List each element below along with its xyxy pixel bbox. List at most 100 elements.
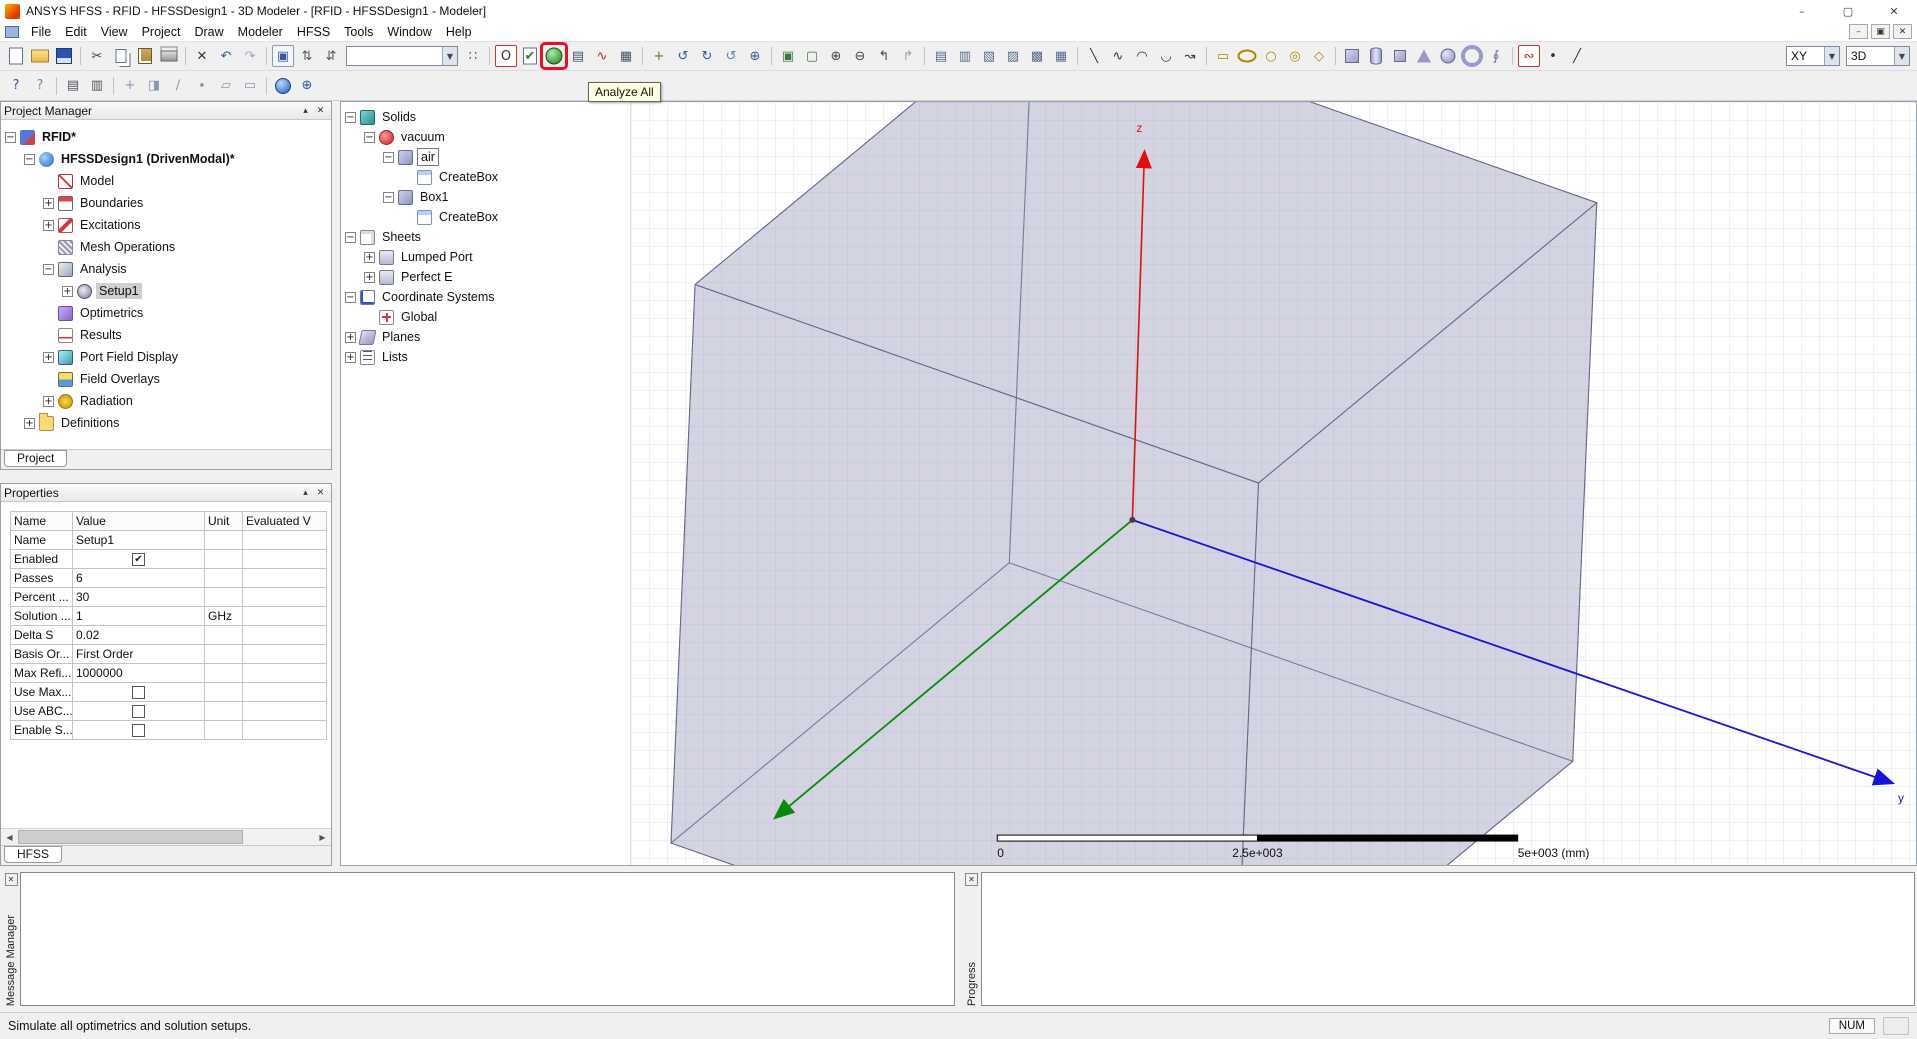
move-up-history-icon[interactable]: ⇅ bbox=[296, 45, 318, 67]
fit-all-icon[interactable]: ▣ bbox=[777, 45, 799, 67]
draw-point-icon[interactable]: • bbox=[1542, 45, 1564, 67]
solution-data-icon[interactable]: ▤ bbox=[567, 45, 589, 67]
collapse-toggle[interactable]: − bbox=[364, 132, 375, 143]
tree-item-optimetrics[interactable]: Optimetrics bbox=[1, 302, 331, 324]
tree-item-coordinate-systems[interactable]: −Coordinate Systems bbox=[341, 287, 630, 307]
validate-icon[interactable]: ✔ bbox=[519, 45, 541, 67]
orient-left-view-icon[interactable]: ▧ bbox=[978, 45, 1000, 67]
new-file-icon[interactable] bbox=[5, 45, 27, 67]
expand-toggle[interactable]: + bbox=[345, 332, 356, 343]
open-file-icon[interactable] bbox=[29, 45, 51, 67]
tree-item-box1[interactable]: −Box1 bbox=[341, 187, 630, 207]
tree-item-results[interactable]: Results bbox=[1, 324, 331, 346]
expand-toggle[interactable]: + bbox=[364, 272, 375, 283]
paste-icon[interactable] bbox=[134, 45, 156, 67]
menu-hfss[interactable]: HFSS bbox=[290, 23, 337, 41]
draw-cylinder-icon[interactable] bbox=[1365, 45, 1387, 67]
cut-icon[interactable]: ✂ bbox=[86, 45, 108, 67]
tree-item-excitations[interactable]: +Excitations bbox=[1, 214, 331, 236]
mdi-document-icon[interactable] bbox=[5, 26, 19, 38]
collapse-toggle[interactable]: − bbox=[24, 154, 35, 165]
collapse-toggle[interactable]: − bbox=[43, 264, 54, 275]
tree-item-definitions[interactable]: +Definitions bbox=[1, 412, 331, 434]
close-icon[interactable]: ✕ bbox=[965, 873, 978, 886]
menu-help[interactable]: Help bbox=[439, 23, 479, 41]
tree-item-model[interactable]: Model bbox=[1, 170, 331, 192]
expand-toggle[interactable]: + bbox=[43, 220, 54, 231]
draw-circle-icon[interactable]: ○ bbox=[1260, 45, 1282, 67]
menu-window[interactable]: Window bbox=[380, 23, 438, 41]
prop-value[interactable]: Setup1 bbox=[73, 531, 205, 550]
prop-value[interactable]: 6 bbox=[73, 569, 205, 588]
plane-select-combo[interactable]: XY▼ bbox=[1786, 46, 1840, 66]
menu-draw[interactable]: Draw bbox=[187, 23, 230, 41]
menu-tools[interactable]: Tools bbox=[337, 23, 380, 41]
prop-value[interactable] bbox=[73, 702, 205, 721]
copy-icon[interactable] bbox=[110, 45, 132, 67]
progress-window-icon[interactable]: ▥ bbox=[86, 75, 108, 97]
collapse-toggle[interactable]: − bbox=[345, 292, 356, 303]
tab-project[interactable]: Project bbox=[4, 450, 67, 467]
sweep-icon[interactable]: ∾ bbox=[1518, 45, 1540, 67]
collapse-toggle[interactable]: − bbox=[5, 132, 16, 143]
tree-item-solids[interactable]: −Solids bbox=[341, 107, 630, 127]
select-by-name-icon[interactable]: ▭ bbox=[239, 75, 261, 97]
previous-view-icon[interactable]: ↰ bbox=[873, 45, 895, 67]
close-icon[interactable]: ✕ bbox=[313, 488, 328, 498]
expand-toggle[interactable]: + bbox=[364, 252, 375, 263]
prop-value[interactable] bbox=[73, 721, 205, 740]
tree-item-lists[interactable]: +Lists bbox=[341, 347, 630, 367]
prop-value[interactable]: 0.02 bbox=[73, 626, 205, 645]
orient-right-view-icon[interactable]: ▨ bbox=[1002, 45, 1024, 67]
redo-icon[interactable]: ↷ bbox=[239, 45, 261, 67]
move-down-history-icon[interactable]: ⇵ bbox=[320, 45, 342, 67]
draw-box-icon[interactable] bbox=[1341, 45, 1363, 67]
help-pointer-icon[interactable]: ? bbox=[5, 75, 27, 97]
pin-icon[interactable]: ▴ bbox=[298, 488, 313, 498]
draw-plane-icon[interactable]: ╱ bbox=[1566, 45, 1588, 67]
material-sphere-icon[interactable] bbox=[272, 75, 294, 97]
mdi-minimize-button[interactable]: – bbox=[1849, 24, 1868, 39]
prop-value[interactable]: 1000000 bbox=[73, 664, 205, 683]
orient-bottom-view-icon[interactable]: ▥ bbox=[954, 45, 976, 67]
rotate-model-center-icon[interactable]: ↺ bbox=[672, 45, 694, 67]
draw-arc-center-icon[interactable]: ◠ bbox=[1131, 45, 1153, 67]
checkbox-checked[interactable]: ✔ bbox=[132, 553, 145, 566]
tree-item-sheets[interactable]: −Sheets bbox=[341, 227, 630, 247]
tree-item-boundaries[interactable]: +Boundaries bbox=[1, 192, 331, 214]
tree-item-radiation[interactable]: +Radiation bbox=[1, 390, 331, 412]
draw-line-icon[interactable]: ╲ bbox=[1083, 45, 1105, 67]
rotate-model-axis-icon[interactable]: ↻ bbox=[696, 45, 718, 67]
undo-icon[interactable]: ↶ bbox=[215, 45, 237, 67]
tree-item-lumped-port[interactable]: +Lumped Port bbox=[341, 247, 630, 267]
menu-edit[interactable]: Edit bbox=[58, 23, 94, 41]
expand-toggle[interactable]: + bbox=[345, 352, 356, 363]
rotate-screen-center-icon[interactable]: ↺ bbox=[720, 45, 742, 67]
collapse-toggle[interactable]: − bbox=[383, 152, 394, 163]
checkbox-unchecked[interactable] bbox=[132, 724, 145, 737]
tree-item-createbox[interactable]: CreateBox bbox=[341, 207, 630, 227]
draw-spline-icon[interactable]: ∿ bbox=[1107, 45, 1129, 67]
tree-item-createbox[interactable]: CreateBox bbox=[341, 167, 630, 187]
dynamic-zoom-icon[interactable]: ⊕ bbox=[744, 45, 766, 67]
analyze-all-icon[interactable] bbox=[543, 45, 565, 67]
draw-helix-icon[interactable]: ∮ bbox=[1485, 45, 1507, 67]
expand-toggle[interactable]: + bbox=[24, 418, 35, 429]
select-edge-icon[interactable]: ∕ bbox=[167, 75, 189, 97]
field-plot-icon[interactable]: ▦ bbox=[615, 45, 637, 67]
grid-snap-icon[interactable]: ∷ bbox=[462, 45, 484, 67]
menu-project[interactable]: Project bbox=[135, 23, 188, 41]
select-object-icon[interactable]: + bbox=[119, 75, 141, 97]
save-icon[interactable] bbox=[53, 45, 75, 67]
print-icon[interactable] bbox=[158, 45, 180, 67]
select-face-icon[interactable]: ◨ bbox=[143, 75, 165, 97]
prop-value[interactable]: 30 bbox=[73, 588, 205, 607]
zoom-in-icon[interactable]: ⊕ bbox=[825, 45, 847, 67]
tree-item-field-overlays[interactable]: Field Overlays bbox=[1, 368, 331, 390]
select-multi-icon[interactable]: ▱ bbox=[215, 75, 237, 97]
menu-file[interactable]: File bbox=[24, 23, 58, 41]
prop-value[interactable] bbox=[73, 683, 205, 702]
menu-modeler[interactable]: Modeler bbox=[231, 23, 290, 41]
dropdown-arrow-icon[interactable]: ▼ bbox=[442, 47, 457, 65]
tree-item-air[interactable]: −air bbox=[341, 147, 630, 167]
